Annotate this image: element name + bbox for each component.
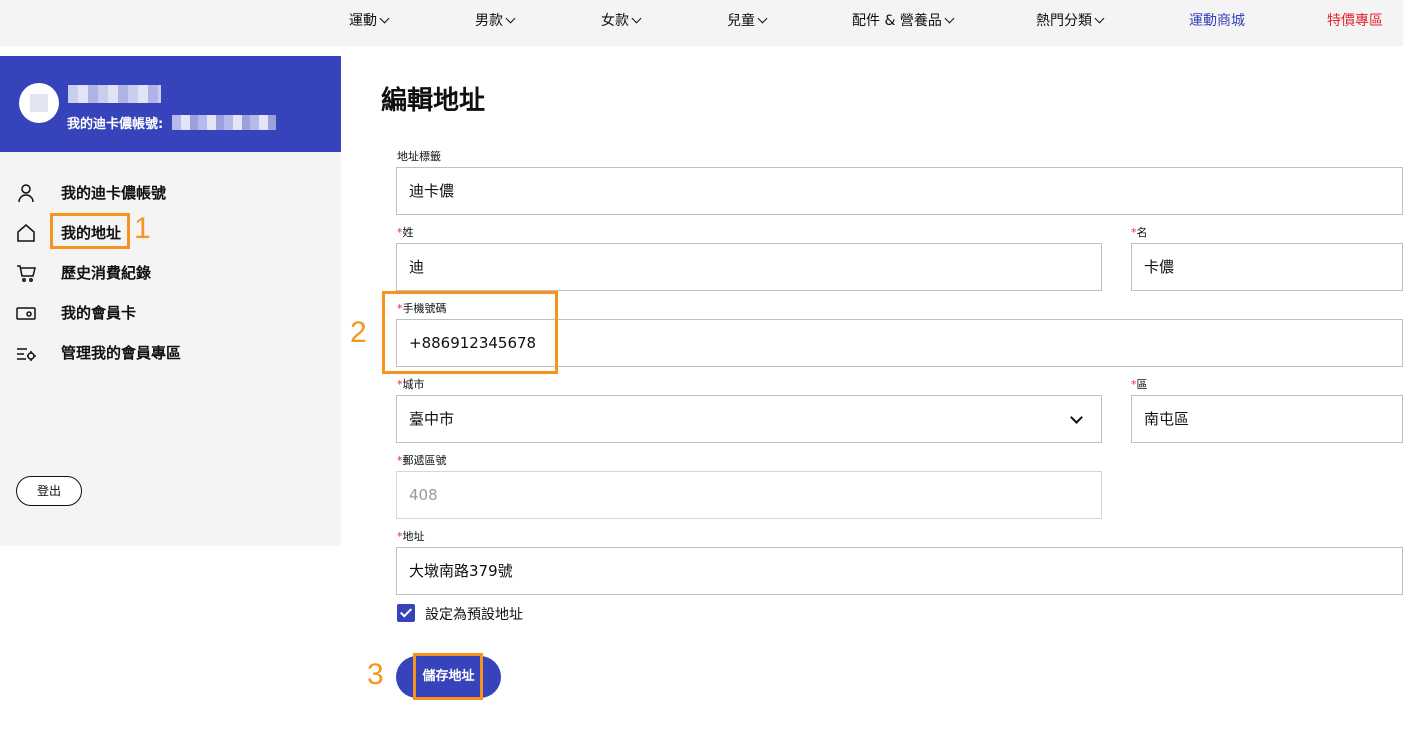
nav-label: 男款 xyxy=(475,13,503,29)
label-text: 區 xyxy=(1136,378,1148,391)
chevron-down-icon xyxy=(379,13,390,24)
address-tag-label: 地址標籤 xyxy=(397,150,441,163)
default-address-label[interactable]: 設定為預設地址 xyxy=(425,604,523,624)
chevron-down-icon xyxy=(505,13,516,24)
district-input[interactable] xyxy=(1144,396,1390,442)
sidebar-item-label: 我的迪卡儂帳號 xyxy=(61,184,167,202)
last-name-input[interactable] xyxy=(409,244,1089,290)
nav-label: 兒童 xyxy=(727,13,755,29)
district-field[interactable] xyxy=(1131,395,1403,443)
page-title: 編輯地址 xyxy=(381,86,486,116)
postal-code-label: *郵遞區號 xyxy=(397,452,447,468)
last-name-field[interactable] xyxy=(396,243,1102,291)
address-tag-field[interactable] xyxy=(396,167,1403,215)
nav-label: 女款 xyxy=(601,13,629,29)
profile-header: 我的迪卡儂帳號: xyxy=(0,56,341,152)
nav-item-kids[interactable]: 兒童 xyxy=(727,10,768,30)
nav-item-sports-mall[interactable]: 運動商城 xyxy=(1189,10,1245,30)
settings-list-icon xyxy=(17,348,36,361)
address-field[interactable] xyxy=(396,547,1403,595)
step-highlight-box xyxy=(413,653,483,700)
nav-label: 運動 xyxy=(349,13,377,29)
user-icon xyxy=(18,184,34,203)
avatar xyxy=(19,83,59,123)
sidebar-item-member-settings[interactable]: 管理我的會員專區 xyxy=(0,335,341,369)
chevron-down-icon xyxy=(1094,13,1105,24)
city-select[interactable]: 臺中市 xyxy=(396,395,1102,443)
sidebar-item-history[interactable]: 歷史消費紀錄 xyxy=(0,255,341,289)
chevron-down-icon xyxy=(631,13,642,24)
sidebar-item-member-card[interactable]: 我的會員卡 xyxy=(0,295,341,329)
step-number: 3 xyxy=(367,658,384,691)
first-name-field[interactable] xyxy=(1131,243,1403,291)
nav-label: 熱門分類 xyxy=(1036,13,1092,29)
account-label: 我的迪卡儂帳號: xyxy=(67,117,164,132)
step-number: 2 xyxy=(350,316,367,349)
label-text: 地址 xyxy=(402,530,425,543)
step-highlight-box xyxy=(50,213,130,249)
sidebar-item-account[interactable]: 我的迪卡儂帳號 xyxy=(0,175,341,209)
account-number-redacted xyxy=(172,115,276,130)
label-text: 姓 xyxy=(402,226,414,239)
address-tag-input[interactable] xyxy=(409,168,1390,214)
nav-item-men[interactable]: 男款 xyxy=(475,10,516,30)
nav-item-popular[interactable]: 熱門分類 xyxy=(1036,10,1105,30)
chevron-down-icon xyxy=(757,13,768,24)
nav-item-women[interactable]: 女款 xyxy=(601,10,642,30)
sidebar-item-label: 管理我的會員專區 xyxy=(61,344,182,362)
card-icon xyxy=(16,307,36,320)
sidebar-item-label: 我的會員卡 xyxy=(61,304,137,322)
city-label: *城市 xyxy=(397,376,425,392)
nav-item-sports[interactable]: 運動 xyxy=(349,10,390,30)
sidebar-item-label: 歷史消費紀錄 xyxy=(61,264,152,282)
address-label: *地址 xyxy=(397,528,425,544)
nav-label: 配件 & 營養品 xyxy=(852,13,942,29)
profile-name-redacted xyxy=(68,85,161,103)
first-name-input[interactable] xyxy=(1144,244,1390,290)
postal-code-field xyxy=(396,471,1102,519)
postal-code-input xyxy=(409,472,1089,518)
chevron-down-icon xyxy=(944,13,955,24)
first-name-label: *名 xyxy=(1131,224,1148,240)
step-highlight-box xyxy=(382,291,558,374)
district-label: *區 xyxy=(1131,376,1148,392)
label-text: 郵遞區號 xyxy=(402,454,447,467)
step-number: 1 xyxy=(134,212,151,245)
top-nav: 運動 男款 女款 兒童 配件 & 營養品 熱門分類 運動商城 特價專區 xyxy=(0,0,1403,46)
logout-button[interactable]: 登出 xyxy=(16,476,82,506)
label-text: 名 xyxy=(1136,226,1148,239)
default-address-checkbox[interactable] xyxy=(397,604,415,622)
label-text: 城市 xyxy=(402,378,425,391)
cart-icon xyxy=(17,265,36,282)
nav-item-accessories[interactable]: 配件 & 營養品 xyxy=(852,10,955,30)
last-name-label: *姓 xyxy=(397,224,414,240)
nav-item-sale[interactable]: 特價專區 xyxy=(1327,10,1383,30)
home-icon xyxy=(17,224,35,242)
address-input[interactable] xyxy=(409,548,1390,594)
city-selected-value: 臺中市 xyxy=(409,410,455,428)
